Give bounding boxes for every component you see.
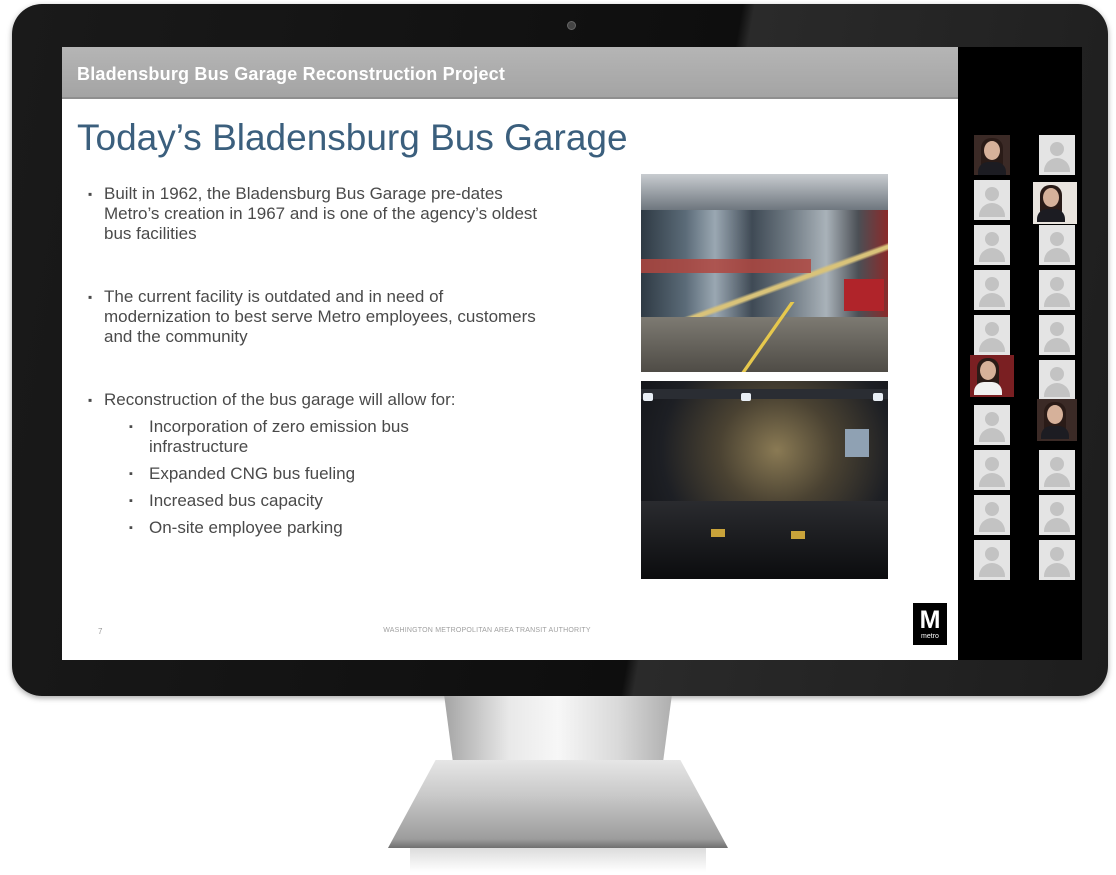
avatar-head: [985, 232, 999, 246]
avatar-head: [1050, 277, 1064, 291]
bullet-item: Reconstruction of the bus garage will al…: [84, 390, 554, 410]
user-avatar-icon[interactable]: [974, 225, 1010, 265]
avatar-head: [985, 412, 999, 426]
user-avatar-icon[interactable]: [1039, 540, 1075, 580]
avatar-body: [979, 428, 1005, 442]
user-avatar-icon[interactable]: [974, 450, 1010, 490]
avatar-body: [1044, 248, 1070, 262]
avatar-body: [979, 248, 1005, 262]
avatar-body: [979, 203, 1005, 217]
avatar-head: [985, 547, 999, 561]
user-avatar-icon[interactable]: [974, 180, 1010, 220]
participant-video-tile[interactable]: [1033, 182, 1077, 224]
metro-logo-icon: M metro: [913, 603, 947, 645]
participant-video-tile[interactable]: [974, 135, 1010, 175]
participant-shirt: [1037, 209, 1065, 222]
avatar-body: [1044, 383, 1070, 397]
user-avatar-icon[interactable]: [1039, 225, 1075, 265]
avatar-body: [1044, 338, 1070, 352]
user-avatar-icon[interactable]: [1039, 495, 1075, 535]
webcam-icon: [567, 21, 576, 30]
avatar-body: [979, 473, 1005, 487]
avatar-body: [1044, 293, 1070, 307]
avatar-body: [979, 518, 1005, 532]
avatar-head: [1050, 367, 1064, 381]
slide-title: Today’s Bladensburg Bus Garage: [77, 117, 628, 158]
user-avatar-icon[interactable]: [1039, 270, 1075, 310]
avatar-head: [985, 457, 999, 471]
shared-slide: Bladensburg Bus Garage Reconstruction Pr…: [62, 47, 958, 660]
avatar-body: [979, 293, 1005, 307]
avatar-body: [1044, 473, 1070, 487]
monitor-bezel: Bladensburg Bus Garage Reconstruction Pr…: [12, 4, 1108, 696]
avatar-body: [1044, 518, 1070, 532]
garage-interior-photo: [641, 174, 888, 372]
avatar-body: [1044, 563, 1070, 577]
participant-face: [984, 141, 1000, 160]
avatar-body: [1044, 158, 1070, 172]
metro-logo-letter: M: [919, 606, 941, 634]
participant-shirt: [1041, 426, 1069, 439]
user-avatar-icon[interactable]: [1039, 360, 1075, 400]
slide-page-number: 7: [98, 627, 103, 636]
ceiling-lamp: [741, 393, 751, 401]
photo-roof: [641, 174, 888, 210]
slide-header-title: Bladensburg Bus Garage Reconstruction Pr…: [77, 64, 506, 84]
avatar-head: [1050, 457, 1064, 471]
slide-footer-text: WASHINGTON METROPOLITAN AREA TRANSIT AUT…: [383, 627, 591, 634]
screen: Bladensburg Bus Garage Reconstruction Pr…: [62, 47, 1082, 660]
participant-video-tile[interactable]: [970, 355, 1014, 397]
user-avatar-icon[interactable]: [1039, 135, 1075, 175]
sub-bullet-item: Expanded CNG bus fueling: [129, 464, 459, 484]
avatar-head: [1050, 547, 1064, 561]
maintenance-pit-photo: [641, 381, 888, 579]
user-avatar-icon[interactable]: [974, 540, 1010, 580]
wall-window: [845, 429, 869, 457]
monitor-stand-shadow: [410, 848, 706, 872]
sub-bullet-list: Incorporation of zero emission bus infra…: [129, 417, 459, 545]
ceiling-lamp: [643, 393, 653, 401]
participant-face: [980, 361, 996, 380]
avatar-body: [979, 338, 1005, 352]
avatar-head: [985, 502, 999, 516]
avatar-body: [979, 563, 1005, 577]
user-avatar-icon[interactable]: [1039, 450, 1075, 490]
ceiling-beam: [641, 389, 888, 399]
participant-gallery: [958, 47, 1082, 660]
avatar-head: [985, 277, 999, 291]
participant-video-tile[interactable]: [1037, 399, 1077, 441]
ceiling-lamp: [873, 393, 883, 401]
avatar-head: [985, 322, 999, 336]
metro-logo-word: metro: [921, 633, 939, 640]
avatar-head: [985, 187, 999, 201]
slide-header-bar: Bladensburg Bus Garage Reconstruction Pr…: [62, 47, 958, 99]
pit-marker: [711, 529, 725, 537]
sub-bullet-item: Increased bus capacity: [129, 491, 459, 511]
avatar-head: [1050, 502, 1064, 516]
user-avatar-icon[interactable]: [974, 315, 1010, 355]
service-pit: [641, 501, 888, 579]
bullet-item: Built in 1962, the Bladensburg Bus Garag…: [84, 184, 554, 244]
user-avatar-icon[interactable]: [1039, 315, 1075, 355]
bus-stripe: [641, 259, 811, 273]
avatar-head: [1050, 322, 1064, 336]
pit-marker: [791, 531, 805, 539]
participant-shirt: [974, 382, 1002, 395]
avatar-head: [1050, 142, 1064, 156]
sub-bullet-item: Incorporation of zero emission bus infra…: [129, 417, 459, 457]
equipment-cart: [844, 279, 884, 311]
bullet-item: The current facility is outdated and in …: [84, 287, 554, 347]
participant-shirt: [978, 162, 1006, 175]
avatar-head: [1050, 232, 1064, 246]
user-avatar-icon[interactable]: [974, 495, 1010, 535]
sub-bullet-item: On-site employee parking: [129, 518, 459, 538]
user-avatar-icon[interactable]: [974, 405, 1010, 445]
user-avatar-icon[interactable]: [974, 270, 1010, 310]
participant-face: [1043, 188, 1059, 207]
monitor-stand-base: [388, 760, 728, 848]
participant-face: [1047, 405, 1063, 424]
